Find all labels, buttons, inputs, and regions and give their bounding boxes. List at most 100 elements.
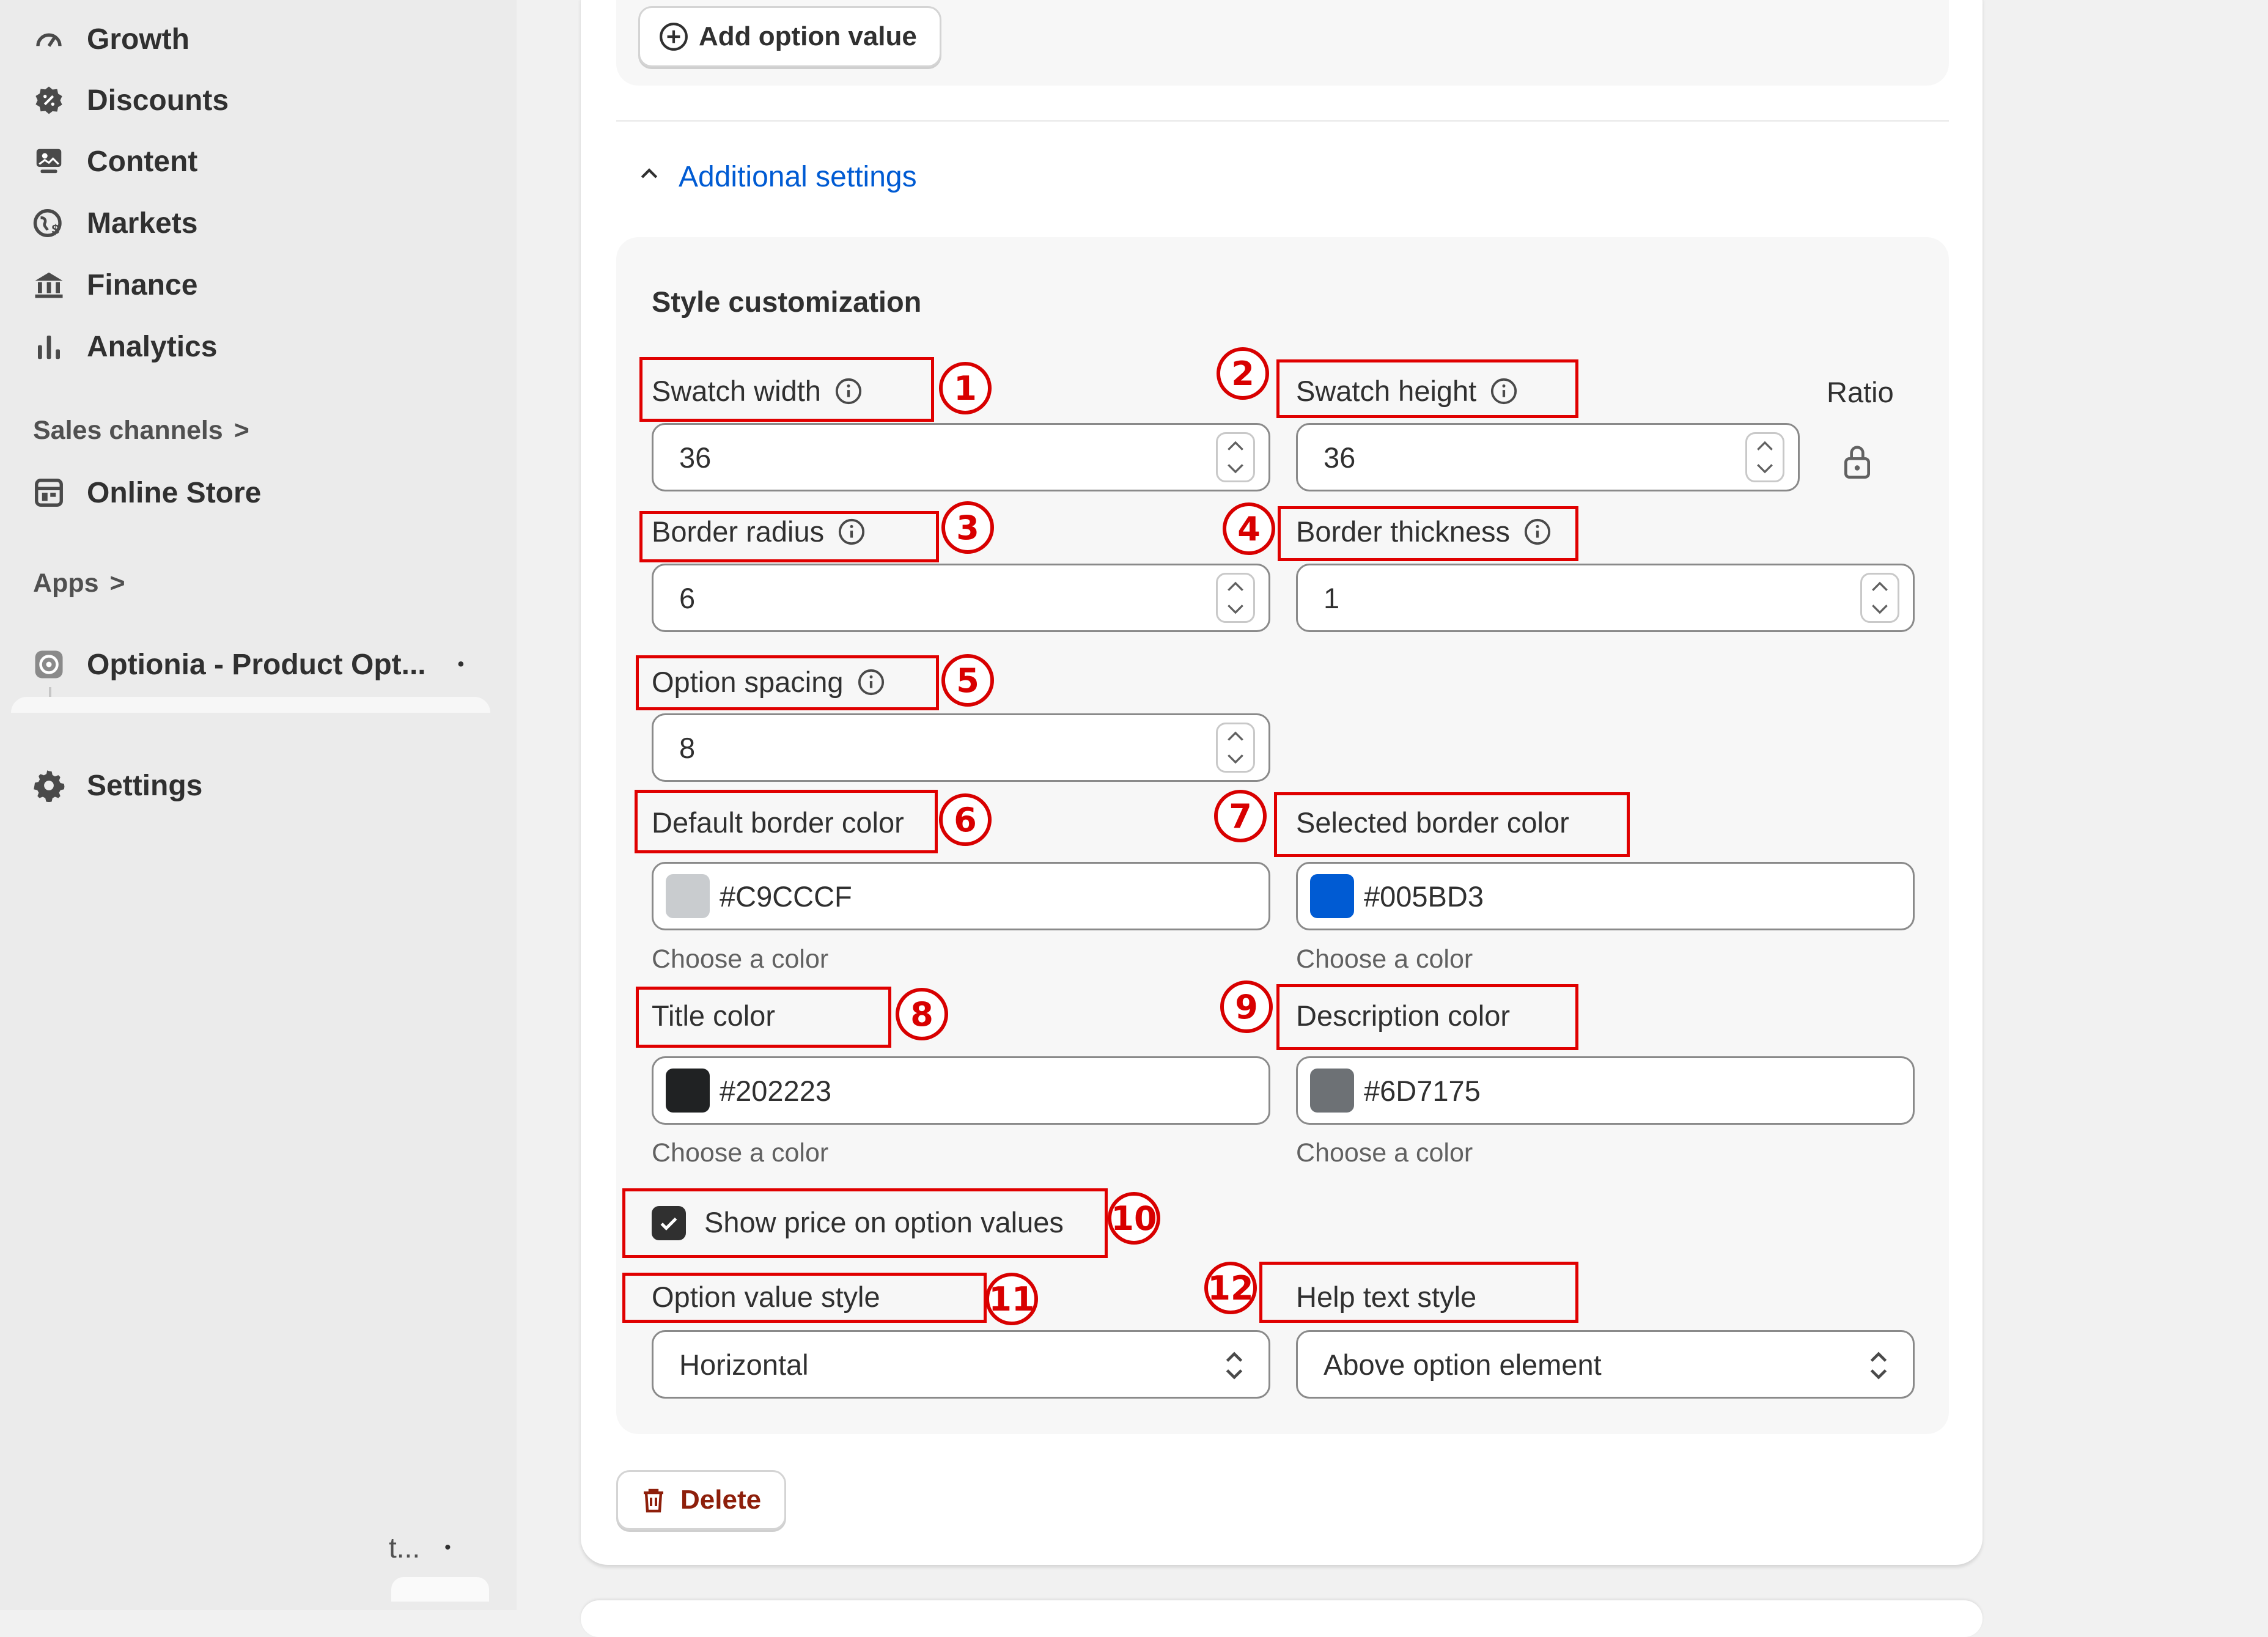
annotation-box-1 xyxy=(639,357,934,422)
annotation-box-3 xyxy=(639,511,939,562)
annotation-box-8 xyxy=(636,987,891,1048)
annotation-box-10 xyxy=(622,1188,1108,1258)
annotation-badge-11: 11 xyxy=(985,1273,1038,1325)
annotation-box-7 xyxy=(1274,792,1630,857)
delete-button[interactable]: Delete xyxy=(616,1470,786,1530)
description-color-input[interactable]: #6D7175 xyxy=(1296,1056,1915,1125)
sidebar-item-label: Settings xyxy=(87,769,203,802)
color-swatch[interactable] xyxy=(666,1069,710,1113)
chevron-down-icon[interactable] xyxy=(1869,603,1890,616)
sidebar-item-growth[interactable]: Growth xyxy=(32,15,190,64)
chevron-down-icon[interactable] xyxy=(1225,753,1246,765)
annotation-box-2 xyxy=(1276,359,1578,418)
sidebar-item-label: Discounts xyxy=(87,84,229,117)
color-swatch[interactable] xyxy=(666,874,710,918)
border-radius-input[interactable]: 6 xyxy=(652,564,1270,632)
chevron-down-icon[interactable] xyxy=(1754,463,1775,475)
annotation-box-4 xyxy=(1278,506,1578,561)
title-color-input[interactable]: #202223 xyxy=(652,1056,1270,1125)
annotation-badge-7: 7 xyxy=(1214,790,1267,842)
help-text: Choose a color xyxy=(652,944,829,974)
add-option-value-button[interactable]: Add option value xyxy=(638,6,941,67)
sidebar-item-optionia[interactable]: Optionia - Product Opt... • xyxy=(32,640,464,689)
sidebar-item-truncated[interactable]: t... • xyxy=(389,1531,451,1564)
number-stepper[interactable] xyxy=(1216,573,1255,623)
selected-border-color-input[interactable]: #005BD3 xyxy=(1296,862,1915,930)
chevron-up-icon[interactable] xyxy=(1754,440,1775,452)
number-stepper[interactable] xyxy=(1745,432,1784,482)
store-icon xyxy=(32,476,66,510)
help-text: Choose a color xyxy=(1296,1138,1473,1168)
chevron-down-icon[interactable] xyxy=(1225,463,1246,475)
bar-chart-icon xyxy=(32,329,66,364)
chevron-up-icon[interactable] xyxy=(1225,730,1246,742)
sidebar-item-online-store[interactable]: Online Store xyxy=(32,468,261,517)
sidebar-item-label: Finance xyxy=(87,268,198,301)
chevron-down-icon[interactable] xyxy=(1225,603,1246,616)
annotation-badge-3: 3 xyxy=(941,501,994,554)
sidebar: Growth Discounts Content $ Markets Finan… xyxy=(0,0,517,1610)
swatch-width-input[interactable]: 36 xyxy=(652,423,1270,491)
annotation-badge-1: 1 xyxy=(939,362,992,414)
annotation-badge-12: 12 xyxy=(1204,1262,1257,1314)
divider xyxy=(616,120,1949,122)
select-arrows-icon xyxy=(1870,1352,1887,1380)
apps-header[interactable]: Apps > xyxy=(33,568,125,598)
sales-channels-header[interactable]: Sales channels > xyxy=(33,416,249,446)
sidebar-item-label: Online Store xyxy=(87,476,262,509)
bank-icon xyxy=(32,268,66,302)
gear-icon xyxy=(32,768,66,803)
color-swatch[interactable] xyxy=(1310,1069,1354,1113)
sidebar-item-markets[interactable]: $ Markets xyxy=(32,199,197,248)
app-icon xyxy=(32,647,66,682)
help-text: Choose a color xyxy=(652,1138,829,1168)
svg-text:$: $ xyxy=(52,222,60,237)
lock-icon[interactable] xyxy=(1840,443,1874,480)
additional-settings-toggle[interactable]: Additional settings xyxy=(637,160,917,194)
unread-dot: • xyxy=(457,654,465,674)
annotation-box-9 xyxy=(1276,984,1578,1050)
number-stepper[interactable] xyxy=(1860,573,1899,623)
sidebar-item-analytics[interactable]: Analytics xyxy=(32,322,217,371)
chevron-up-icon[interactable] xyxy=(1225,440,1246,452)
number-stepper[interactable] xyxy=(1216,723,1255,773)
annotation-box-6 xyxy=(635,790,938,853)
number-stepper[interactable] xyxy=(1216,432,1255,482)
next-card xyxy=(581,1600,1983,1637)
color-swatch[interactable] xyxy=(1310,874,1354,918)
help-text-style-select[interactable]: Above option element xyxy=(1296,1330,1915,1399)
annotation-box-12 xyxy=(1259,1262,1578,1323)
border-thickness-input[interactable]: 1 xyxy=(1296,564,1915,632)
sidebar-item-label: Optionia - Product Opt... xyxy=(87,648,426,681)
annotation-badge-8: 8 xyxy=(896,988,948,1040)
sidebar-item-content[interactable]: Content xyxy=(32,137,197,186)
swatch-height-input[interactable]: 36 xyxy=(1296,423,1800,491)
sidebar-item-label: Analytics xyxy=(87,330,218,363)
help-text: Choose a color xyxy=(1296,944,1473,974)
section-title: Style customization xyxy=(652,285,922,318)
sidebar-bottom-panel xyxy=(391,1577,489,1602)
sidebar-item-discounts[interactable]: Discounts xyxy=(32,76,229,125)
globe-icon: $ xyxy=(32,206,66,240)
annotation-badge-10: 10 xyxy=(1108,1192,1160,1245)
sidebar-item-label: Markets xyxy=(87,207,198,240)
chevron-right-icon: > xyxy=(234,416,249,445)
plus-circle-icon xyxy=(658,21,689,52)
annotation-box-5 xyxy=(636,655,939,710)
annotation-badge-9: 9 xyxy=(1220,980,1273,1033)
annotation-badge-2: 2 xyxy=(1217,347,1269,400)
option-value-style-select[interactable]: Horizontal xyxy=(652,1330,1270,1399)
chevron-up-icon[interactable] xyxy=(1869,580,1890,592)
chevron-up-icon xyxy=(637,160,661,194)
trash-icon xyxy=(644,1488,663,1513)
default-border-color-input[interactable]: #C9CCCF xyxy=(652,862,1270,930)
annotation-box-11 xyxy=(622,1273,987,1323)
option-spacing-input[interactable]: 8 xyxy=(652,713,1270,782)
select-arrows-icon xyxy=(1226,1352,1243,1380)
sidebar-item-finance[interactable]: Finance xyxy=(32,260,197,309)
sidebar-item-settings[interactable]: Settings xyxy=(32,761,202,810)
chevron-up-icon[interactable] xyxy=(1225,580,1246,592)
annotation-badge-6: 6 xyxy=(939,793,992,846)
annotation-badge-4: 4 xyxy=(1223,502,1275,555)
sidebar-item-label: Content xyxy=(87,145,198,178)
